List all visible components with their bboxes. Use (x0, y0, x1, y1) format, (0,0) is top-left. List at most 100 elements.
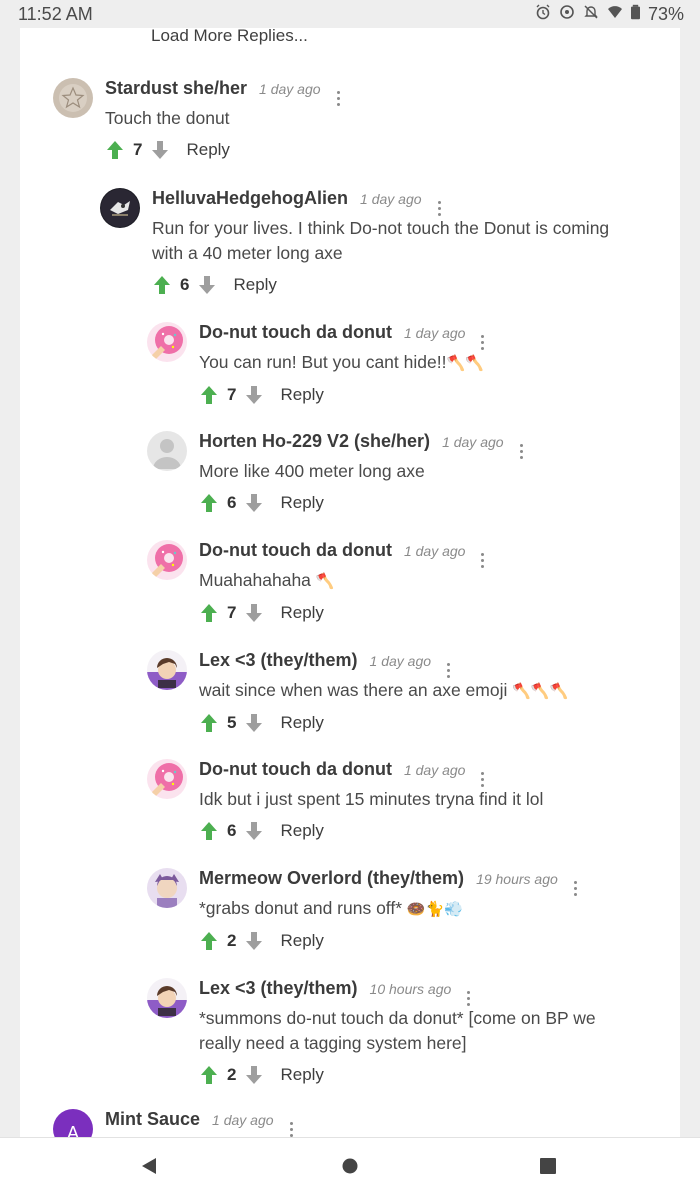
more-options-icon[interactable] (434, 201, 445, 216)
upvote-icon[interactable] (199, 820, 219, 842)
axe-emoji: 🪓🪓 (446, 354, 484, 372)
more-options-icon[interactable] (477, 772, 488, 787)
reply-button[interactable]: Reply (280, 931, 323, 951)
hedgehog-avatar[interactable] (100, 188, 140, 228)
vote-count: 6 (227, 821, 237, 840)
comment-author[interactable]: Lex <3 (they/them) (199, 650, 358, 671)
recents-icon[interactable] (538, 1156, 558, 1181)
back-icon[interactable] (140, 1156, 158, 1181)
comment-author[interactable]: Do-nut touch da donut (199, 322, 392, 343)
default-avatar[interactable] (147, 431, 187, 471)
vote-count: 2 (227, 931, 237, 950)
comment-timestamp: 1 day ago (360, 191, 422, 207)
comment-timestamp: 1 day ago (369, 653, 432, 669)
more-options-icon[interactable] (570, 881, 581, 896)
comment-text: Muahahahaha 🪓 (199, 570, 335, 590)
reply-button[interactable]: Reply (280, 713, 323, 733)
more-options-icon[interactable] (286, 1122, 297, 1137)
donut-avatar[interactable] (147, 322, 187, 362)
reply-button[interactable]: Reply (186, 140, 229, 160)
home-icon[interactable] (340, 1156, 360, 1181)
load-more-replies-link[interactable]: Load More Replies... (151, 28, 308, 46)
axe-emoji: 🪓🪓🪓 (512, 682, 569, 700)
downvote-icon[interactable] (244, 384, 264, 406)
lex-avatar[interactable] (147, 650, 187, 690)
downvote-icon[interactable] (244, 930, 264, 952)
comment-timestamp: 10 hours ago (369, 981, 452, 997)
comment-author[interactable]: Mermeow Overlord (they/them) (199, 868, 464, 889)
reply-button[interactable]: Reply (280, 821, 323, 841)
avatar-letter: A (66, 1123, 79, 1138)
lex-avatar[interactable] (147, 978, 187, 1018)
more-options-icon[interactable] (463, 991, 474, 1006)
reply-button[interactable]: Reply (280, 1065, 323, 1085)
comment-timestamp: 1 day ago (442, 434, 504, 450)
comment-author[interactable]: Lex <3 (they/them) (199, 978, 358, 999)
upvote-icon[interactable] (199, 492, 219, 514)
reply-button[interactable]: Reply (233, 275, 276, 295)
donut-avatar[interactable] (147, 759, 187, 799)
mermeow-avatar[interactable] (147, 868, 187, 908)
comment-author[interactable]: HelluvaHedgehogAlien (152, 188, 348, 209)
downvote-icon[interactable] (244, 492, 264, 514)
comment-author[interactable]: Mint Sauce (105, 1109, 200, 1130)
donut-avatar[interactable] (147, 540, 187, 580)
vote-count: 5 (227, 713, 237, 732)
battery-percent: 73% (647, 4, 684, 24)
alarm-icon (535, 4, 551, 25)
downvote-icon[interactable] (244, 820, 264, 842)
comment-text: wait since when was there an axe emoji 🪓… (199, 680, 569, 700)
vote-count: 7 (227, 385, 237, 404)
donut-cat-dash-emoji: 🍩🐈💨 (406, 900, 463, 918)
comment-timestamp: 1 day ago (403, 325, 466, 341)
wifi-icon (607, 4, 623, 25)
comment-author[interactable]: Do-nut touch da donut (199, 759, 392, 780)
comment-text: Touch the donut (105, 108, 230, 128)
upvote-icon[interactable] (199, 602, 219, 624)
upvote-icon[interactable] (199, 1064, 219, 1086)
letter-avatar[interactable]: A (53, 1109, 93, 1138)
status-time: 11:52 AM (18, 4, 93, 24)
comment-timestamp: 1 day ago (259, 81, 321, 97)
comment-author[interactable]: Horten Ho-229 V2 (she/her) (199, 431, 430, 452)
comment-text: More like 400 meter long axe (199, 461, 425, 481)
axe-emoji: 🪓 (315, 572, 335, 590)
vote-count: 6 (227, 493, 237, 512)
more-options-icon[interactable] (333, 91, 344, 106)
reply-button[interactable]: Reply (280, 603, 323, 623)
downvote-icon[interactable] (244, 1064, 264, 1086)
notifications-off-icon (583, 4, 599, 25)
comment-author[interactable]: Do-nut touch da donut (199, 540, 392, 561)
vote-count: 6 (180, 275, 190, 294)
reply-button[interactable]: Reply (280, 493, 323, 513)
comment-timestamp: 1 day ago (403, 762, 466, 778)
stardust-avatar[interactable] (53, 78, 93, 118)
upvote-icon[interactable] (152, 274, 172, 296)
downvote-icon[interactable] (244, 712, 264, 734)
vote-count: 7 (133, 140, 143, 159)
more-options-icon[interactable] (477, 335, 488, 350)
comment-timestamp: 1 day ago (212, 1112, 274, 1128)
system-navigation-bar (0, 1137, 700, 1195)
upvote-icon[interactable] (199, 930, 219, 952)
more-options-icon[interactable] (443, 663, 454, 678)
vote-count: 7 (227, 603, 237, 622)
comment-author[interactable]: Stardust she/her (105, 78, 247, 99)
comment-text: *grabs donut and runs off* 🍩🐈💨 (199, 898, 463, 918)
downvote-icon[interactable] (244, 602, 264, 624)
downvote-icon[interactable] (150, 139, 170, 161)
data-saver-icon (559, 4, 575, 25)
upvote-icon[interactable] (199, 712, 219, 734)
vote-count: 2 (227, 1065, 237, 1084)
downvote-icon[interactable] (197, 274, 217, 296)
status-icons: 73% (535, 4, 684, 25)
reply-button[interactable]: Reply (280, 385, 323, 405)
comment-timestamp: 1 day ago (403, 543, 466, 559)
comment-text: You can run! But you cant hide!!🪓🪓 (199, 352, 484, 372)
comment-timestamp: 19 hours ago (476, 871, 558, 887)
comment-text: Idk but i just spent 15 minutes tryna fi… (199, 789, 544, 809)
more-options-icon[interactable] (477, 553, 488, 568)
more-options-icon[interactable] (516, 444, 527, 459)
upvote-icon[interactable] (105, 139, 125, 161)
upvote-icon[interactable] (199, 384, 219, 406)
